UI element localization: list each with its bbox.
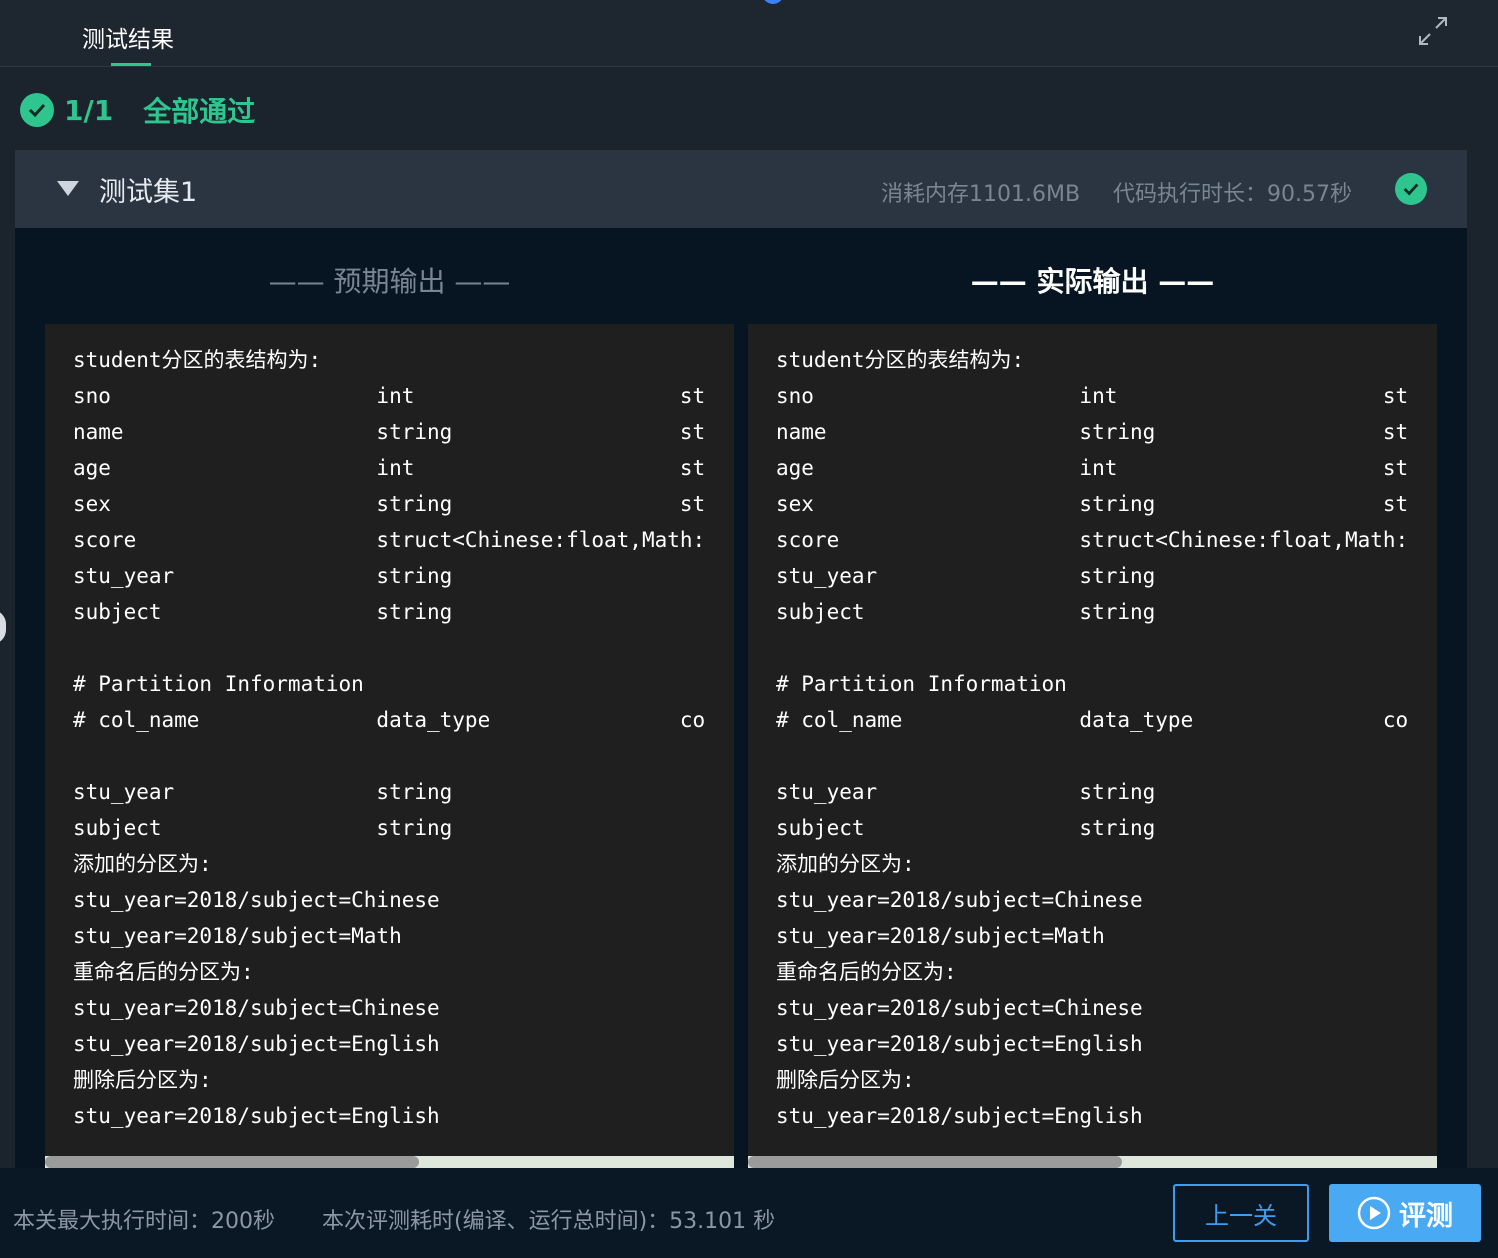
output-line: 重命名后的分区为: bbox=[73, 960, 254, 984]
output-line: # Partition Information bbox=[73, 672, 364, 696]
output-line: stu_year=2018/subject=Chinese bbox=[776, 996, 1143, 1020]
output-line: subject string bbox=[73, 600, 453, 624]
actual-output-code: student分区的表结构为: sno int st name string st a… bbox=[776, 342, 1408, 1134]
output-line: stu_year string bbox=[776, 780, 1156, 804]
collapse-triangle-icon[interactable] bbox=[57, 181, 79, 196]
output-line: 重命名后的分区为: bbox=[776, 960, 957, 984]
actual-output-title: —— 实际输出 —— bbox=[970, 265, 1215, 298]
output-line: score struct<Chinese:float,Math: bbox=[776, 528, 1409, 552]
tab-test-results[interactable]: 测试结果 bbox=[82, 20, 174, 54]
output-line: stu_year=2018/subject=Math bbox=[776, 924, 1105, 948]
output-line: 删除后分区为: bbox=[776, 1068, 915, 1092]
play-circle-icon bbox=[1357, 1196, 1391, 1230]
output-line: stu_year=2018/subject=English bbox=[73, 1032, 440, 1056]
pass-count: 1/1 bbox=[64, 93, 114, 127]
output-line: stu_year string bbox=[776, 564, 1156, 588]
output-line: 添加的分区为: bbox=[73, 852, 212, 876]
output-line: age int st bbox=[776, 456, 1409, 480]
output-line: 添加的分区为: bbox=[776, 852, 915, 876]
eval-time: 本次评测耗时(编译、运行总时间)：53.101 秒 bbox=[322, 1209, 776, 1234]
output-line: 删除后分区为: bbox=[73, 1068, 212, 1092]
output-line: score struct<Chinese:float,Math: bbox=[73, 528, 706, 552]
test-set-header[interactable]: 测试集1 消耗内存1101.6MB 代码执行时长：90.57秒 bbox=[15, 150, 1467, 228]
execution-time: 代码执行时长：90.57秒 bbox=[1113, 182, 1352, 207]
output-line: # col_name data_type co bbox=[776, 708, 1409, 732]
output-line: stu_year=2018/subject=Chinese bbox=[73, 888, 440, 912]
test-set-pass-icon bbox=[1395, 173, 1427, 205]
side-drawer-handle[interactable] bbox=[0, 610, 6, 644]
tab-active-indicator bbox=[111, 63, 151, 66]
expected-output-panel[interactable]: student分区的表结构为: sno int st name string st a… bbox=[45, 324, 734, 1168]
output-line: # col_name data_type co bbox=[73, 708, 706, 732]
test-set-title: 测试集1 bbox=[99, 177, 198, 208]
output-line: sex string st bbox=[73, 492, 706, 516]
output-line: subject string bbox=[776, 600, 1156, 624]
output-line: stu_year=2018/subject=English bbox=[73, 1104, 440, 1128]
check-circle-icon bbox=[20, 93, 54, 127]
output-line: stu_year=2018/subject=Math bbox=[73, 924, 402, 948]
actual-scrollbar[interactable] bbox=[748, 1156, 1437, 1168]
output-line: stu_year string bbox=[73, 564, 453, 588]
output-line: student分区的表结构为: bbox=[73, 348, 322, 372]
output-line: age int st bbox=[73, 456, 706, 480]
top-handle-icon[interactable] bbox=[762, 0, 784, 4]
pass-status: 全部通过 bbox=[143, 95, 256, 128]
memory-usage: 消耗内存1101.6MB bbox=[881, 182, 1081, 207]
actual-output-panel[interactable]: student分区的表结构为: sno int st name string st a… bbox=[748, 324, 1437, 1168]
output-line: subject string bbox=[73, 816, 453, 840]
evaluate-button[interactable]: 评测 bbox=[1329, 1184, 1481, 1242]
prev-level-button[interactable]: 上一关 bbox=[1173, 1184, 1309, 1242]
expand-icon[interactable] bbox=[1416, 14, 1450, 48]
max-exec-time: 本关最大执行时间：200秒 bbox=[13, 1209, 275, 1234]
output-line: student分区的表结构为: bbox=[776, 348, 1025, 372]
output-line: stu_year string bbox=[73, 780, 453, 804]
actual-scrollbar-thumb[interactable] bbox=[748, 1156, 1122, 1168]
output-line: # Partition Information bbox=[776, 672, 1067, 696]
expected-output-code: student分区的表结构为: sno int st name string st a… bbox=[73, 342, 705, 1134]
output-line: sno int st bbox=[776, 384, 1409, 408]
prev-level-label: 上一关 bbox=[1205, 1201, 1277, 1230]
expected-output-title: —— 预期输出 —— bbox=[268, 265, 511, 298]
top-bar: 测试结果 bbox=[0, 0, 1498, 67]
output-line: sex string st bbox=[776, 492, 1409, 516]
expected-scrollbar[interactable] bbox=[45, 1156, 734, 1168]
result-summary: 1/1 全部通过 bbox=[20, 90, 255, 130]
output-line: stu_year=2018/subject=English bbox=[776, 1104, 1143, 1128]
output-line: stu_year=2018/subject=English bbox=[776, 1032, 1143, 1056]
expected-scrollbar-thumb[interactable] bbox=[45, 1156, 419, 1168]
output-line: stu_year=2018/subject=Chinese bbox=[73, 996, 440, 1020]
output-line: name string st bbox=[776, 420, 1409, 444]
output-line: stu_year=2018/subject=Chinese bbox=[776, 888, 1143, 912]
output-line: name string st bbox=[73, 420, 706, 444]
evaluate-label: 评测 bbox=[1399, 1200, 1453, 1232]
output-line: subject string bbox=[776, 816, 1156, 840]
output-line: sno int st bbox=[73, 384, 706, 408]
footer-bar: 本关最大执行时间：200秒 本次评测耗时(编译、运行总时间)：53.101 秒 … bbox=[0, 1168, 1498, 1258]
